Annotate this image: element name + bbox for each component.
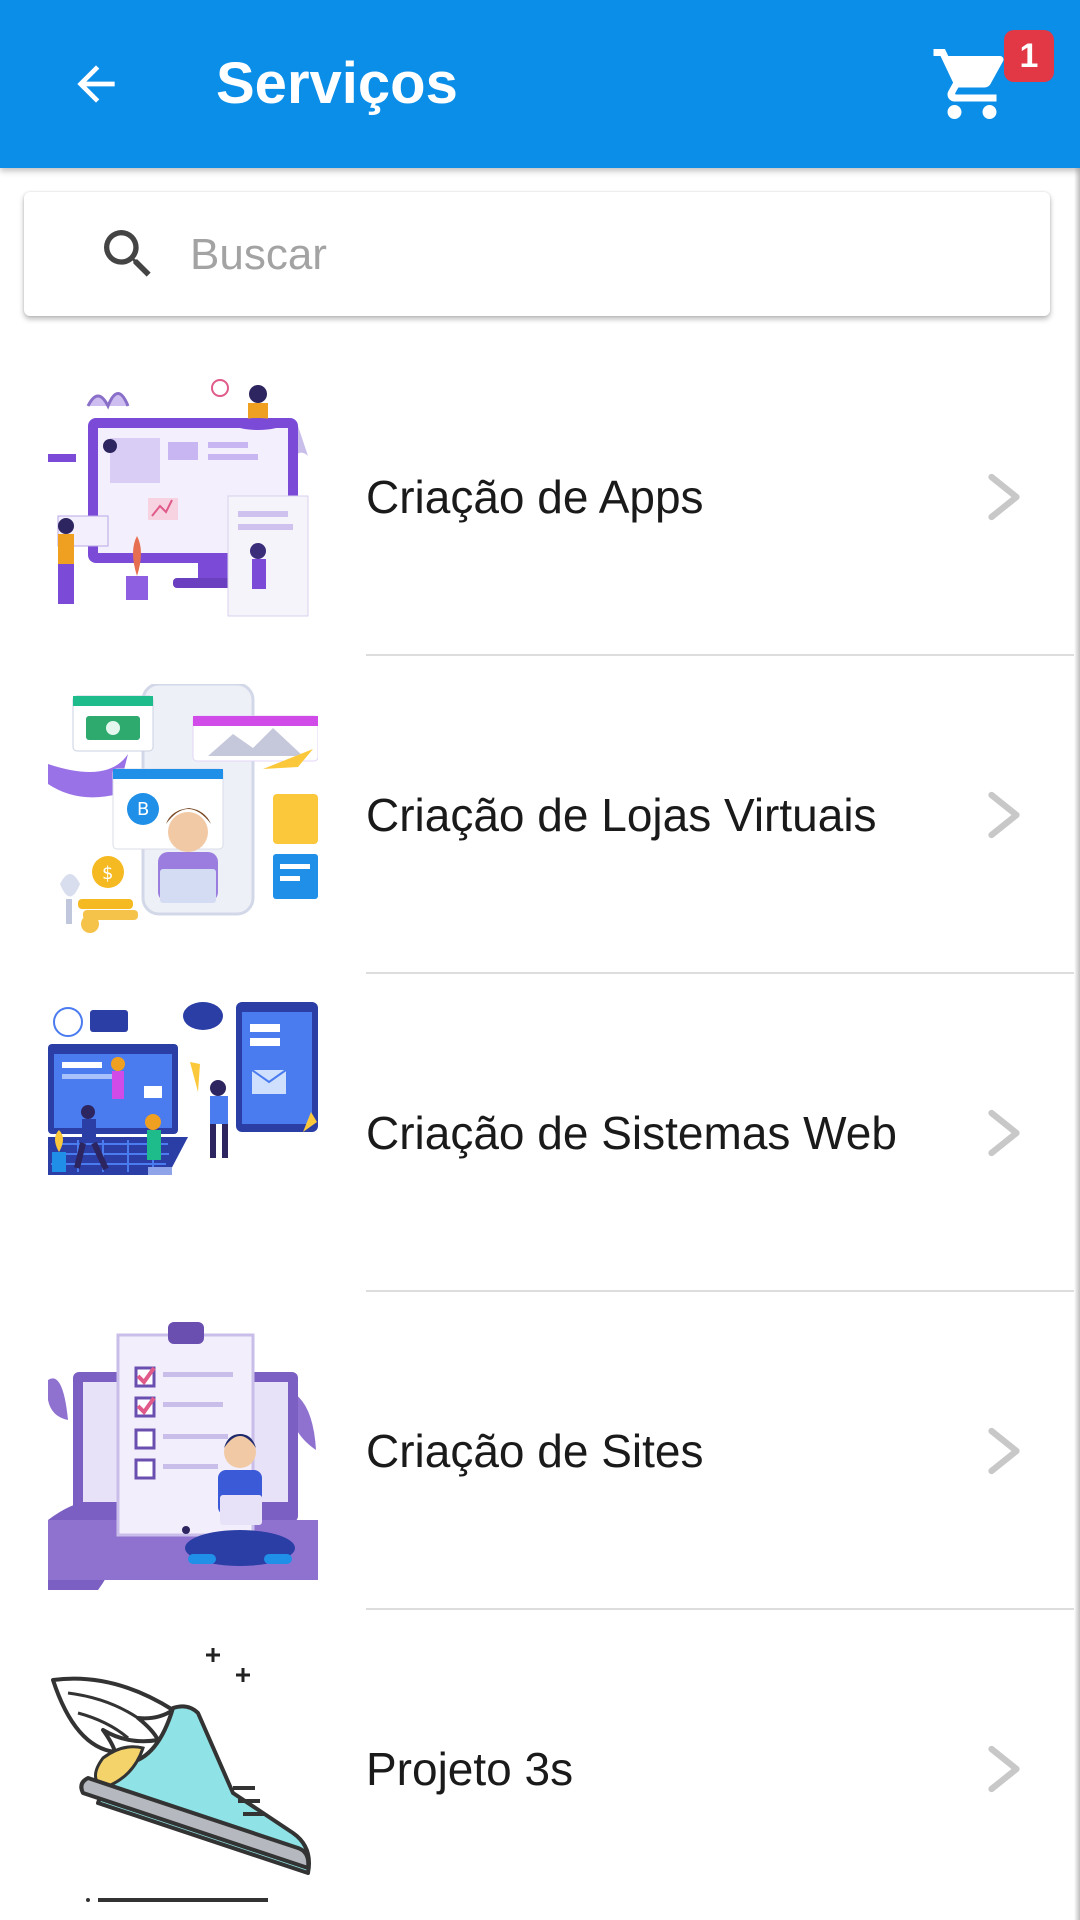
svg-text:$: $	[102, 863, 113, 884]
service-label: Criação de Lojas Virtuais	[366, 789, 877, 841]
list-item-criacao-de-lojas-virtuais[interactable]: B $ Criação de Lojas Virtuais	[0, 656, 1074, 974]
service-label: Criação de Apps	[366, 471, 704, 523]
app-bar: Serviços 1	[0, 0, 1080, 168]
online-store-illustration: B $	[48, 684, 318, 954]
back-button[interactable]	[56, 44, 136, 124]
chevron-right-icon	[988, 1745, 1020, 1793]
list-item-criacao-de-apps[interactable]: Criação de Apps	[0, 338, 1074, 656]
cart-count-badge: 1	[1004, 30, 1054, 82]
list-item-projeto-3s[interactable]: Projeto 3s	[0, 1610, 1074, 1920]
search-bar	[24, 192, 1050, 316]
chevron-right-icon	[988, 473, 1020, 521]
svg-text:B: B	[137, 799, 149, 820]
services-list: Criação de Apps B $ Criação de Lojas Vir…	[0, 338, 1080, 1920]
shopping-cart-icon	[933, 49, 1004, 119]
service-label: Projeto 3s	[366, 1743, 574, 1795]
search-icon	[104, 230, 151, 277]
app-design-illustration	[48, 366, 318, 636]
web-systems-illustration	[48, 1002, 318, 1272]
page-title: Serviços	[216, 51, 458, 116]
chevron-right-icon	[988, 1109, 1020, 1157]
list-item-criacao-de-sites[interactable]: Criação de Sites	[0, 1292, 1074, 1610]
service-label: Criação de Sistemas Web	[366, 1107, 897, 1159]
scroll-edge-shadow	[1074, 168, 1080, 1920]
chevron-right-icon	[988, 791, 1020, 839]
search-input[interactable]	[188, 214, 1012, 296]
service-label: Criação de Sites	[366, 1425, 704, 1477]
list-item-criacao-de-sistemas-web[interactable]: Criação de Sistemas Web	[0, 974, 1074, 1292]
chevron-right-icon	[988, 1427, 1020, 1475]
winged-shoe-illustration	[48, 1638, 318, 1908]
arrow-back-icon	[77, 65, 115, 103]
website-checklist-illustration	[48, 1320, 318, 1590]
services-screen: Serviços 1 Buscar Criação de Apps B $ Cr…	[0, 0, 1080, 1920]
